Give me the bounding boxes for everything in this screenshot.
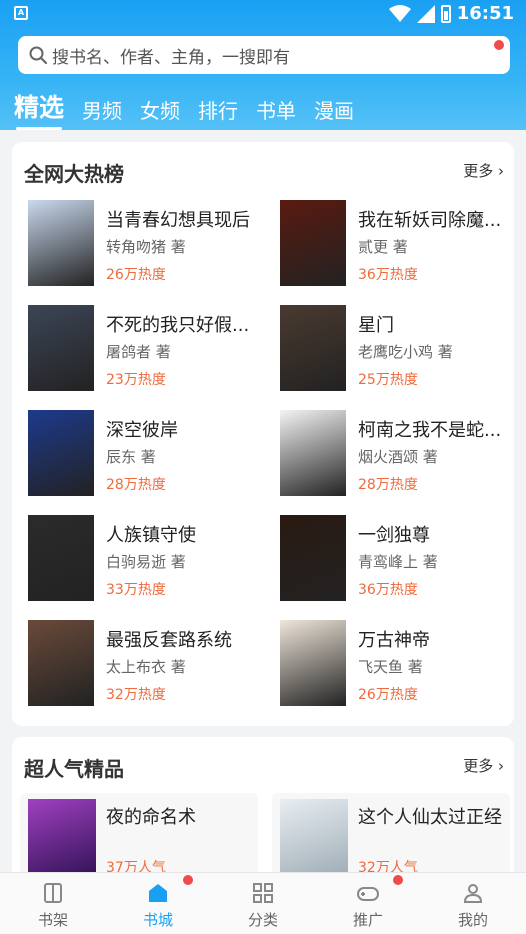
book-cover bbox=[28, 200, 94, 286]
book-author: 青鸾峰上 著 bbox=[358, 553, 438, 571]
book-item[interactable]: 深空彼岸辰东 著 28万热度 bbox=[28, 410, 268, 498]
book-cover bbox=[280, 410, 346, 496]
book-author: 辰东 著 bbox=[106, 448, 156, 466]
book-heat: 26万热度 bbox=[358, 687, 418, 703]
pick-book-card[interactable]: 夜的命名术 37万人气 bbox=[20, 793, 258, 882]
book-item[interactable]: 柯南之我不是蛇... 烟火酒颂 著 28万热度 bbox=[280, 410, 520, 498]
book-title: 人族镇守使 bbox=[106, 525, 196, 546]
book-heat: 28万热度 bbox=[358, 477, 418, 493]
book-item[interactable]: 最强反套路系统 太上布衣 著 32万热度 bbox=[28, 620, 268, 708]
pick-book-card[interactable]: 这个人仙太过正经 32万人气 bbox=[272, 793, 510, 882]
book-title: 星门 bbox=[358, 315, 394, 336]
book-heat: 26万热度 bbox=[106, 267, 166, 283]
book-cover bbox=[28, 620, 94, 706]
book-cover bbox=[28, 515, 94, 601]
book-cover bbox=[28, 410, 94, 496]
book-author: 老鹰吃小鸡 著 bbox=[358, 343, 453, 361]
tab-featured[interactable]: 精选 bbox=[14, 88, 64, 130]
nav-category[interactable]: 分类 bbox=[223, 881, 303, 930]
book-item[interactable]: 万古神帝飞天鱼 著 26万热度 bbox=[280, 620, 520, 708]
header: A 16:51 搜书名、作者、主角，一搜即有 精选 男频 女频 排行 书单 漫画 bbox=[0, 0, 526, 130]
book-cover bbox=[28, 305, 94, 391]
book-heat: 28万热度 bbox=[106, 477, 166, 493]
search-icon bbox=[29, 46, 48, 65]
tab-comics[interactable]: 漫画 bbox=[314, 95, 354, 124]
signal-icon bbox=[416, 4, 435, 23]
book-title: 柯南之我不是蛇... bbox=[358, 420, 502, 441]
book-item[interactable]: 人族镇守使白驹易逝 著 33万热度 bbox=[28, 515, 268, 603]
category-icon bbox=[253, 883, 273, 903]
book-item[interactable]: 星门老鹰吃小鸡 著 25万热度 bbox=[280, 305, 520, 393]
gamepad-icon bbox=[357, 887, 379, 901]
book-author: 贰更 著 bbox=[358, 238, 408, 256]
book-title: 不死的我只好假... bbox=[106, 315, 250, 336]
book-cover bbox=[280, 620, 346, 706]
book-title: 夜的命名术 bbox=[106, 807, 196, 828]
book-heat: 23万热度 bbox=[106, 372, 166, 388]
more-link[interactable]: 更多 › bbox=[463, 160, 504, 181]
book-item[interactable]: 一剑独尊青鸾峰上 著 36万热度 bbox=[280, 515, 520, 603]
search-bar[interactable]: 搜书名、作者、主角，一搜即有 bbox=[18, 36, 510, 74]
more-link[interactable]: 更多 › bbox=[463, 755, 504, 776]
hot-ranking-card: 全网大热榜 更多 › 当青春幻想具现后 转角吻猪 著 26万热度 我在斩妖司除魔...… bbox=[12, 142, 514, 726]
book-title: 深空彼岸 bbox=[106, 420, 178, 441]
tab-booklist[interactable]: 书单 bbox=[256, 95, 296, 124]
bookshelf-icon bbox=[44, 883, 62, 903]
book-author: 烟火酒颂 著 bbox=[358, 448, 438, 466]
category-tabs: 精选 男频 女频 排行 书单 漫画 bbox=[14, 88, 354, 130]
tab-female[interactable]: 女频 bbox=[140, 95, 180, 124]
nav-bookshelf[interactable]: 书架 bbox=[13, 881, 93, 930]
search-placeholder: 搜书名、作者、主角，一搜即有 bbox=[52, 47, 290, 68]
app-notification-icon: A bbox=[14, 6, 28, 20]
wifi-icon bbox=[388, 4, 411, 22]
tab-ranking[interactable]: 排行 bbox=[198, 95, 238, 124]
nav-promotion[interactable]: 推广 bbox=[328, 881, 408, 930]
book-author: 太上布衣 著 bbox=[106, 658, 186, 676]
nav-profile[interactable]: 我的 bbox=[433, 881, 513, 930]
book-author: 屠鸽者 著 bbox=[106, 343, 171, 361]
popular-picks-card: 超人气精品 更多 › 夜的命名术 37万人气 这个人仙太过正经 32万人气 bbox=[12, 737, 514, 882]
book-item[interactable]: 不死的我只好假... 屠鸽者 著 23万热度 bbox=[28, 305, 268, 393]
book-title: 我在斩妖司除魔... bbox=[358, 210, 502, 231]
status-bar: A 16:51 bbox=[0, 0, 526, 30]
book-heat: 33万热度 bbox=[106, 582, 166, 598]
book-cover bbox=[280, 515, 346, 601]
book-title: 万古神帝 bbox=[358, 630, 430, 651]
nav-store[interactable]: 书城 bbox=[118, 881, 198, 930]
book-title: 这个人仙太过正经 bbox=[358, 807, 502, 828]
notification-dot bbox=[393, 875, 403, 885]
book-heat: 25万热度 bbox=[358, 372, 418, 388]
book-cover bbox=[280, 799, 348, 882]
notification-dot bbox=[183, 875, 193, 885]
bottom-nav: 书架 书城 分类 推广 我的 bbox=[0, 872, 526, 934]
battery-icon bbox=[440, 4, 451, 23]
notification-dot bbox=[494, 40, 504, 50]
tab-male[interactable]: 男频 bbox=[82, 95, 122, 124]
book-cover bbox=[28, 799, 96, 882]
section-title: 全网大热榜 bbox=[24, 162, 124, 186]
book-heat: 36万热度 bbox=[358, 267, 418, 283]
book-author: 飞天鱼 著 bbox=[358, 658, 423, 676]
book-item[interactable]: 我在斩妖司除魔... 贰更 著 36万热度 bbox=[280, 200, 520, 288]
book-heat: 36万热度 bbox=[358, 582, 418, 598]
user-icon bbox=[463, 884, 483, 903]
book-title: 一剑独尊 bbox=[358, 525, 430, 546]
book-item[interactable]: 当青春幻想具现后 转角吻猪 著 26万热度 bbox=[28, 200, 268, 288]
book-heat: 32万热度 bbox=[106, 687, 166, 703]
store-icon bbox=[149, 884, 167, 902]
book-author: 转角吻猪 著 bbox=[106, 238, 186, 256]
book-cover bbox=[280, 305, 346, 391]
section-title: 超人气精品 bbox=[24, 757, 124, 781]
book-cover bbox=[280, 200, 346, 286]
book-author: 白驹易逝 著 bbox=[106, 553, 186, 571]
book-title: 当青春幻想具现后 bbox=[106, 210, 250, 231]
status-time: 16:51 bbox=[456, 3, 514, 24]
book-title: 最强反套路系统 bbox=[106, 630, 232, 651]
